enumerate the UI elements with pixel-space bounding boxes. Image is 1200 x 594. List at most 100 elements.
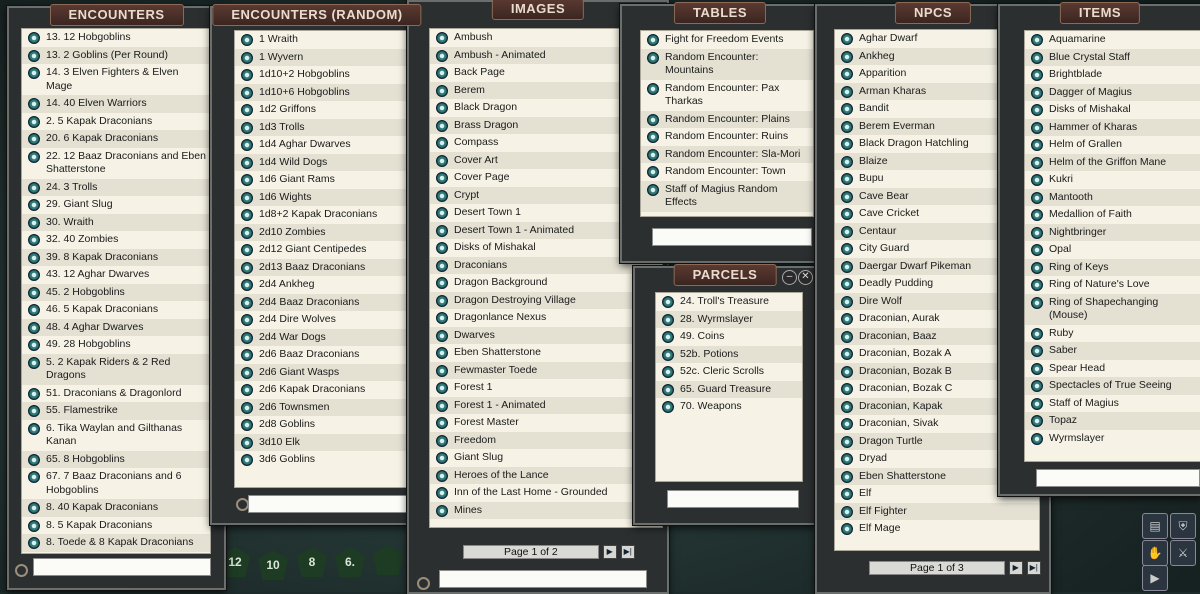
shield-record-icon[interactable] xyxy=(28,150,40,163)
list-item[interactable]: 1d6 Wights xyxy=(235,188,417,206)
shield-record-icon[interactable] xyxy=(1031,104,1043,116)
shield-record-icon[interactable] xyxy=(436,434,448,447)
list-item[interactable]: Medallion of Faith xyxy=(1025,206,1200,224)
shield-record-icon[interactable] xyxy=(647,51,659,64)
shield-record-icon[interactable] xyxy=(841,173,853,185)
shield-record-icon[interactable] xyxy=(241,226,253,239)
list-item[interactable]: Brightblade xyxy=(1025,66,1200,84)
shield-record-icon[interactable] xyxy=(28,387,40,400)
shield-record-icon[interactable] xyxy=(241,86,253,99)
shield-record-icon[interactable] xyxy=(841,260,853,273)
shield-record-icon[interactable] xyxy=(436,382,448,394)
shield-record-icon[interactable] xyxy=(28,49,40,62)
shield-record-icon[interactable] xyxy=(647,148,659,161)
list-item[interactable]: Ruby xyxy=(1025,325,1200,343)
shield-record-icon[interactable] xyxy=(647,166,659,178)
shield-record-icon[interactable] xyxy=(841,138,853,150)
shield-record-icon[interactable] xyxy=(28,234,40,246)
list-item[interactable]: 2d4 Baaz Draconians xyxy=(235,293,417,311)
shield-record-icon[interactable] xyxy=(841,190,853,203)
list-item[interactable]: Spear Head xyxy=(1025,360,1200,378)
swords-tool-icon[interactable]: ⚔ xyxy=(1170,540,1196,566)
shield-record-icon[interactable] xyxy=(28,251,40,264)
list-item[interactable]: 29. Giant Slug xyxy=(22,196,210,214)
list-item[interactable]: 5. 2 Kapak Riders & 2 Red Dragons xyxy=(22,353,210,385)
list-item[interactable]: Random Encounter: Plains xyxy=(641,110,813,128)
shield-record-icon[interactable] xyxy=(241,331,253,344)
list-item[interactable]: 13. 2 Goblins (Per Round) xyxy=(22,46,210,64)
list-item[interactable]: 32. 40 Zombies xyxy=(22,231,210,249)
shield-record-icon[interactable] xyxy=(647,34,659,46)
list-item[interactable]: 65. Guard Treasure xyxy=(656,380,802,398)
shield-record-icon[interactable] xyxy=(841,435,853,448)
list-item[interactable]: Dwarves xyxy=(430,326,662,344)
notes-tool-icon[interactable]: ▤ xyxy=(1142,513,1168,539)
list-item[interactable]: 1d2 Griffons xyxy=(235,101,417,119)
list-item[interactable]: 45. 2 Hobgoblins xyxy=(22,283,210,301)
shield-record-icon[interactable] xyxy=(241,209,253,221)
shield-record-icon[interactable] xyxy=(436,102,448,114)
shield-record-icon[interactable] xyxy=(436,294,448,307)
shield-record-icon[interactable] xyxy=(1031,156,1043,169)
shield-record-icon[interactable] xyxy=(28,115,40,128)
shield-record-icon[interactable] xyxy=(28,269,40,281)
shield-record-icon[interactable] xyxy=(241,69,253,81)
list-item[interactable]: 1d3 Trolls xyxy=(235,118,417,136)
list-item[interactable]: Staff of Magius xyxy=(1025,395,1200,413)
skip-last-icon[interactable]: ▶| xyxy=(620,545,635,559)
list-item[interactable]: Inn of the Last Home - Grounded xyxy=(430,484,662,502)
shield-record-icon[interactable] xyxy=(841,103,853,115)
magnifier-icon[interactable] xyxy=(417,577,430,590)
shield-record-icon[interactable] xyxy=(436,137,448,149)
shield-record-icon[interactable] xyxy=(28,199,40,211)
shield-record-icon[interactable] xyxy=(841,120,853,133)
list-item[interactable]: 8. 5 Kapak Draconians xyxy=(22,517,210,535)
list-item[interactable]: Topaz xyxy=(1025,412,1200,430)
shield-record-icon[interactable] xyxy=(647,183,659,196)
list-item[interactable]: Random Encounter: Pax Tharkas xyxy=(641,80,813,111)
shield-record-icon[interactable] xyxy=(436,84,448,97)
shield-record-icon[interactable] xyxy=(841,208,853,220)
list-item[interactable]: Eben Shatterstone xyxy=(430,344,662,362)
shield-record-icon[interactable] xyxy=(841,400,853,413)
shield-record-icon[interactable] xyxy=(841,365,853,378)
shield-record-icon[interactable] xyxy=(1031,244,1043,256)
shield-record-icon[interactable] xyxy=(28,453,40,466)
list-item[interactable]: 52c. Cleric Scrolls xyxy=(656,363,802,381)
list-item[interactable]: Disks of Mishakal xyxy=(1025,101,1200,119)
search-input[interactable] xyxy=(33,558,211,576)
list-item[interactable]: Ring of Keys xyxy=(1025,258,1200,276)
shield-record-icon[interactable] xyxy=(1031,345,1043,357)
shield-record-icon[interactable] xyxy=(841,278,853,290)
list-item[interactable]: Mantooth xyxy=(1025,188,1200,206)
shield-record-icon[interactable] xyxy=(436,67,448,79)
list-item[interactable]: 2d4 War Dogs xyxy=(235,328,417,346)
shield-record-icon[interactable] xyxy=(241,51,253,64)
shield-record-icon[interactable] xyxy=(1031,191,1043,204)
list-item[interactable]: Saber xyxy=(1025,342,1200,360)
shield-record-icon[interactable] xyxy=(662,401,674,413)
list-item[interactable]: 1d10+2 Hobgoblins xyxy=(235,66,417,84)
shield-record-icon[interactable] xyxy=(241,156,253,169)
shield-record-icon[interactable] xyxy=(28,405,40,417)
list-item[interactable]: Blue Crystal Staff xyxy=(1025,48,1200,66)
list-item[interactable]: 70. Weapons xyxy=(656,398,802,416)
shield-record-icon[interactable] xyxy=(28,181,40,194)
search-input[interactable] xyxy=(248,495,414,513)
shield-record-icon[interactable] xyxy=(841,470,853,483)
shield-record-icon[interactable] xyxy=(241,349,253,361)
list-item[interactable]: Kukri xyxy=(1025,171,1200,189)
list-item[interactable]: 28. Wyrmslayer xyxy=(656,310,802,328)
list-item[interactable]: 2d13 Baaz Draconians xyxy=(235,258,417,276)
list-item[interactable]: Elf Mage xyxy=(835,520,1039,538)
list-item[interactable]: 1d10+6 Hobgoblins xyxy=(235,83,417,101)
shield-record-icon[interactable] xyxy=(1031,432,1043,445)
shield-record-icon[interactable] xyxy=(1031,139,1043,151)
shield-record-icon[interactable] xyxy=(28,519,40,532)
list-item[interactable]: 1d4 Aghar Dwarves xyxy=(235,136,417,154)
list-item[interactable]: Dagger of Magius xyxy=(1025,83,1200,101)
list-item[interactable]: Hammer of Kharas xyxy=(1025,118,1200,136)
list-item[interactable]: 2. 5 Kapak Draconians xyxy=(22,113,210,131)
search-input[interactable] xyxy=(439,570,647,588)
shield-record-icon[interactable] xyxy=(28,32,40,44)
